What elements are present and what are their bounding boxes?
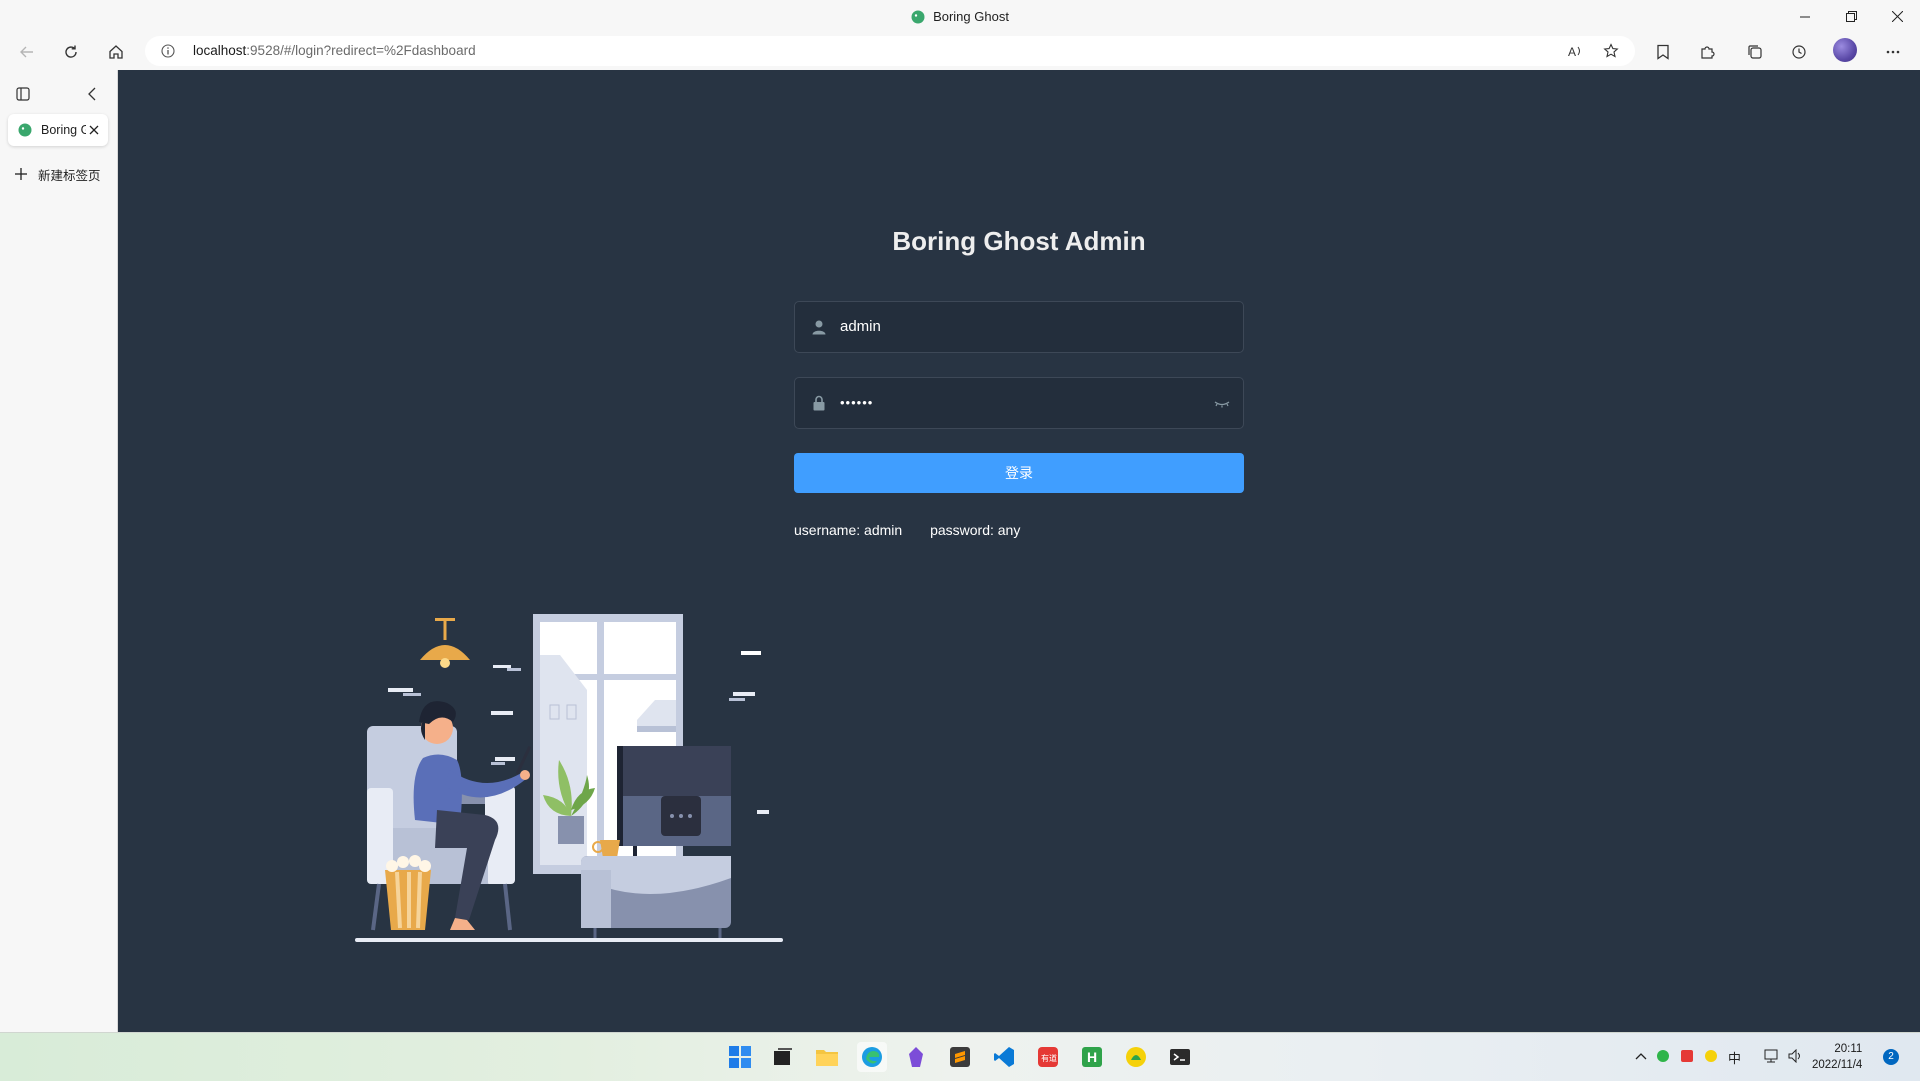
sublime-button[interactable] [945, 1042, 975, 1072]
clock-date: 2022/11/4 [1812, 1059, 1863, 1071]
refresh-button[interactable] [56, 37, 86, 67]
window-title: Boring Ghost [933, 9, 1009, 24]
history-icon [1792, 45, 1806, 59]
profile-avatar[interactable] [1833, 38, 1857, 62]
taskbar: 有道 H 中 20:11 2022/11/4 2 [0, 1032, 1920, 1081]
task-view-button[interactable] [768, 1042, 798, 1072]
home-button[interactable] [101, 37, 131, 67]
edge-button[interactable] [857, 1042, 887, 1072]
eye-closed-icon[interactable] [1213, 395, 1231, 411]
app-button[interactable] [1121, 1042, 1151, 1072]
restore-icon [1845, 11, 1857, 22]
url-path: :9528/#/login?redirect=%2Fdashboard [246, 43, 476, 58]
obsidian-button[interactable] [901, 1042, 931, 1072]
vertical-tabs-panel: Boring Ghost 新建标签页 [0, 70, 118, 1032]
collapse-panel-icon[interactable] [87, 87, 97, 101]
password-field[interactable]: •••••• [794, 377, 1244, 429]
minimize-icon [1800, 16, 1810, 17]
history-button[interactable] [1784, 37, 1814, 67]
read-aloud-icon[interactable]: A [1567, 43, 1583, 59]
chevron-up-icon[interactable] [1635, 1051, 1647, 1061]
password-input[interactable]: •••••• [840, 378, 873, 428]
ime-indicator[interactable]: 中 [1728, 1048, 1741, 1067]
svg-text:A: A [1568, 45, 1576, 59]
network-icon[interactable] [1764, 1049, 1780, 1063]
restore-button[interactable] [1828, 0, 1874, 33]
more-icon [1886, 50, 1900, 54]
wechat-tray-icon[interactable] [1656, 1049, 1670, 1063]
favorites-button[interactable] [1648, 37, 1678, 67]
volume-icon[interactable] [1788, 1049, 1804, 1063]
site-favicon-icon [18, 123, 32, 137]
extensions-button[interactable] [1692, 37, 1722, 67]
hbuilder-icon: H [1082, 1047, 1102, 1067]
youdao-button[interactable]: 有道 [1033, 1042, 1063, 1072]
browser-toolbar: localhost:9528/#/login?redirect=%2Fdashb… [0, 33, 1920, 70]
notification-badge[interactable]: 2 [1883, 1049, 1899, 1065]
living-room-illustration [355, 614, 783, 942]
puzzle-icon [1701, 46, 1715, 59]
sublime-icon [950, 1047, 970, 1067]
home-icon [109, 45, 123, 59]
new-tab-label: 新建标签页 [38, 168, 101, 183]
login-button[interactable]: 登录 [794, 453, 1244, 493]
close-tab-icon[interactable] [89, 125, 99, 135]
edge-icon [862, 1047, 882, 1067]
arrow-left-icon [20, 46, 33, 58]
terminal-icon [1170, 1049, 1190, 1065]
obsidian-icon [909, 1047, 923, 1067]
url-text: localhost:9528/#/login?redirect=%2Fdashb… [193, 36, 476, 66]
svg-text:H: H [1087, 1049, 1097, 1065]
collections-icon [1748, 45, 1762, 59]
window-title-bar: Boring Ghost [0, 0, 1920, 33]
close-window-button[interactable] [1874, 0, 1920, 33]
plus-icon [15, 168, 27, 180]
user-icon [812, 320, 826, 335]
minimize-button[interactable] [1782, 0, 1828, 33]
vscode-button[interactable] [989, 1042, 1019, 1072]
clock-time: 20:11 [1834, 1043, 1863, 1055]
svg-text:有道: 有道 [1041, 1053, 1057, 1063]
task-view-icon [774, 1048, 792, 1065]
terminal-button[interactable] [1165, 1042, 1195, 1072]
app-icon [1126, 1047, 1146, 1067]
youdao-tray-icon[interactable] [1680, 1049, 1694, 1063]
vscode-icon [994, 1047, 1014, 1067]
file-explorer-button[interactable] [812, 1042, 842, 1072]
lock-icon [813, 395, 825, 411]
username-field[interactable]: admin [794, 301, 1244, 353]
tip-password: password: any [930, 522, 1021, 538]
info-icon [161, 44, 175, 58]
tab-actions-icon[interactable] [16, 87, 30, 101]
collections-button[interactable] [1740, 37, 1770, 67]
start-icon [729, 1046, 751, 1068]
add-favorite-icon[interactable] [1603, 43, 1619, 59]
tab-label: Boring Ghost [41, 123, 86, 137]
settings-menu-button[interactable] [1878, 37, 1908, 67]
youdao-icon: 有道 [1038, 1047, 1058, 1067]
clock[interactable]: 20:11 2022/11/4 [1812, 1041, 1862, 1073]
new-tab-button[interactable]: 新建标签页 [14, 162, 101, 186]
login-heading: Boring Ghost Admin [892, 226, 1146, 256]
refresh-icon [65, 45, 77, 58]
app-tray-icon[interactable] [1704, 1049, 1718, 1063]
tip-username: username: admin [794, 522, 903, 538]
site-favicon-icon [911, 10, 925, 23]
bookmark-icon [1657, 44, 1669, 60]
back-button[interactable] [12, 37, 42, 67]
login-tips: username: admin password: any [794, 522, 1044, 538]
file-explorer-icon [816, 1050, 838, 1066]
url-host: localhost [193, 43, 247, 58]
hbuilder-button[interactable]: H [1077, 1042, 1107, 1072]
tab-boring-ghost[interactable]: Boring Ghost [8, 114, 108, 146]
start-button[interactable] [725, 1042, 755, 1072]
close-icon [1891, 11, 1903, 22]
username-input[interactable]: admin [840, 302, 881, 352]
address-bar[interactable]: localhost:9528/#/login?redirect=%2Fdashb… [145, 36, 1635, 66]
